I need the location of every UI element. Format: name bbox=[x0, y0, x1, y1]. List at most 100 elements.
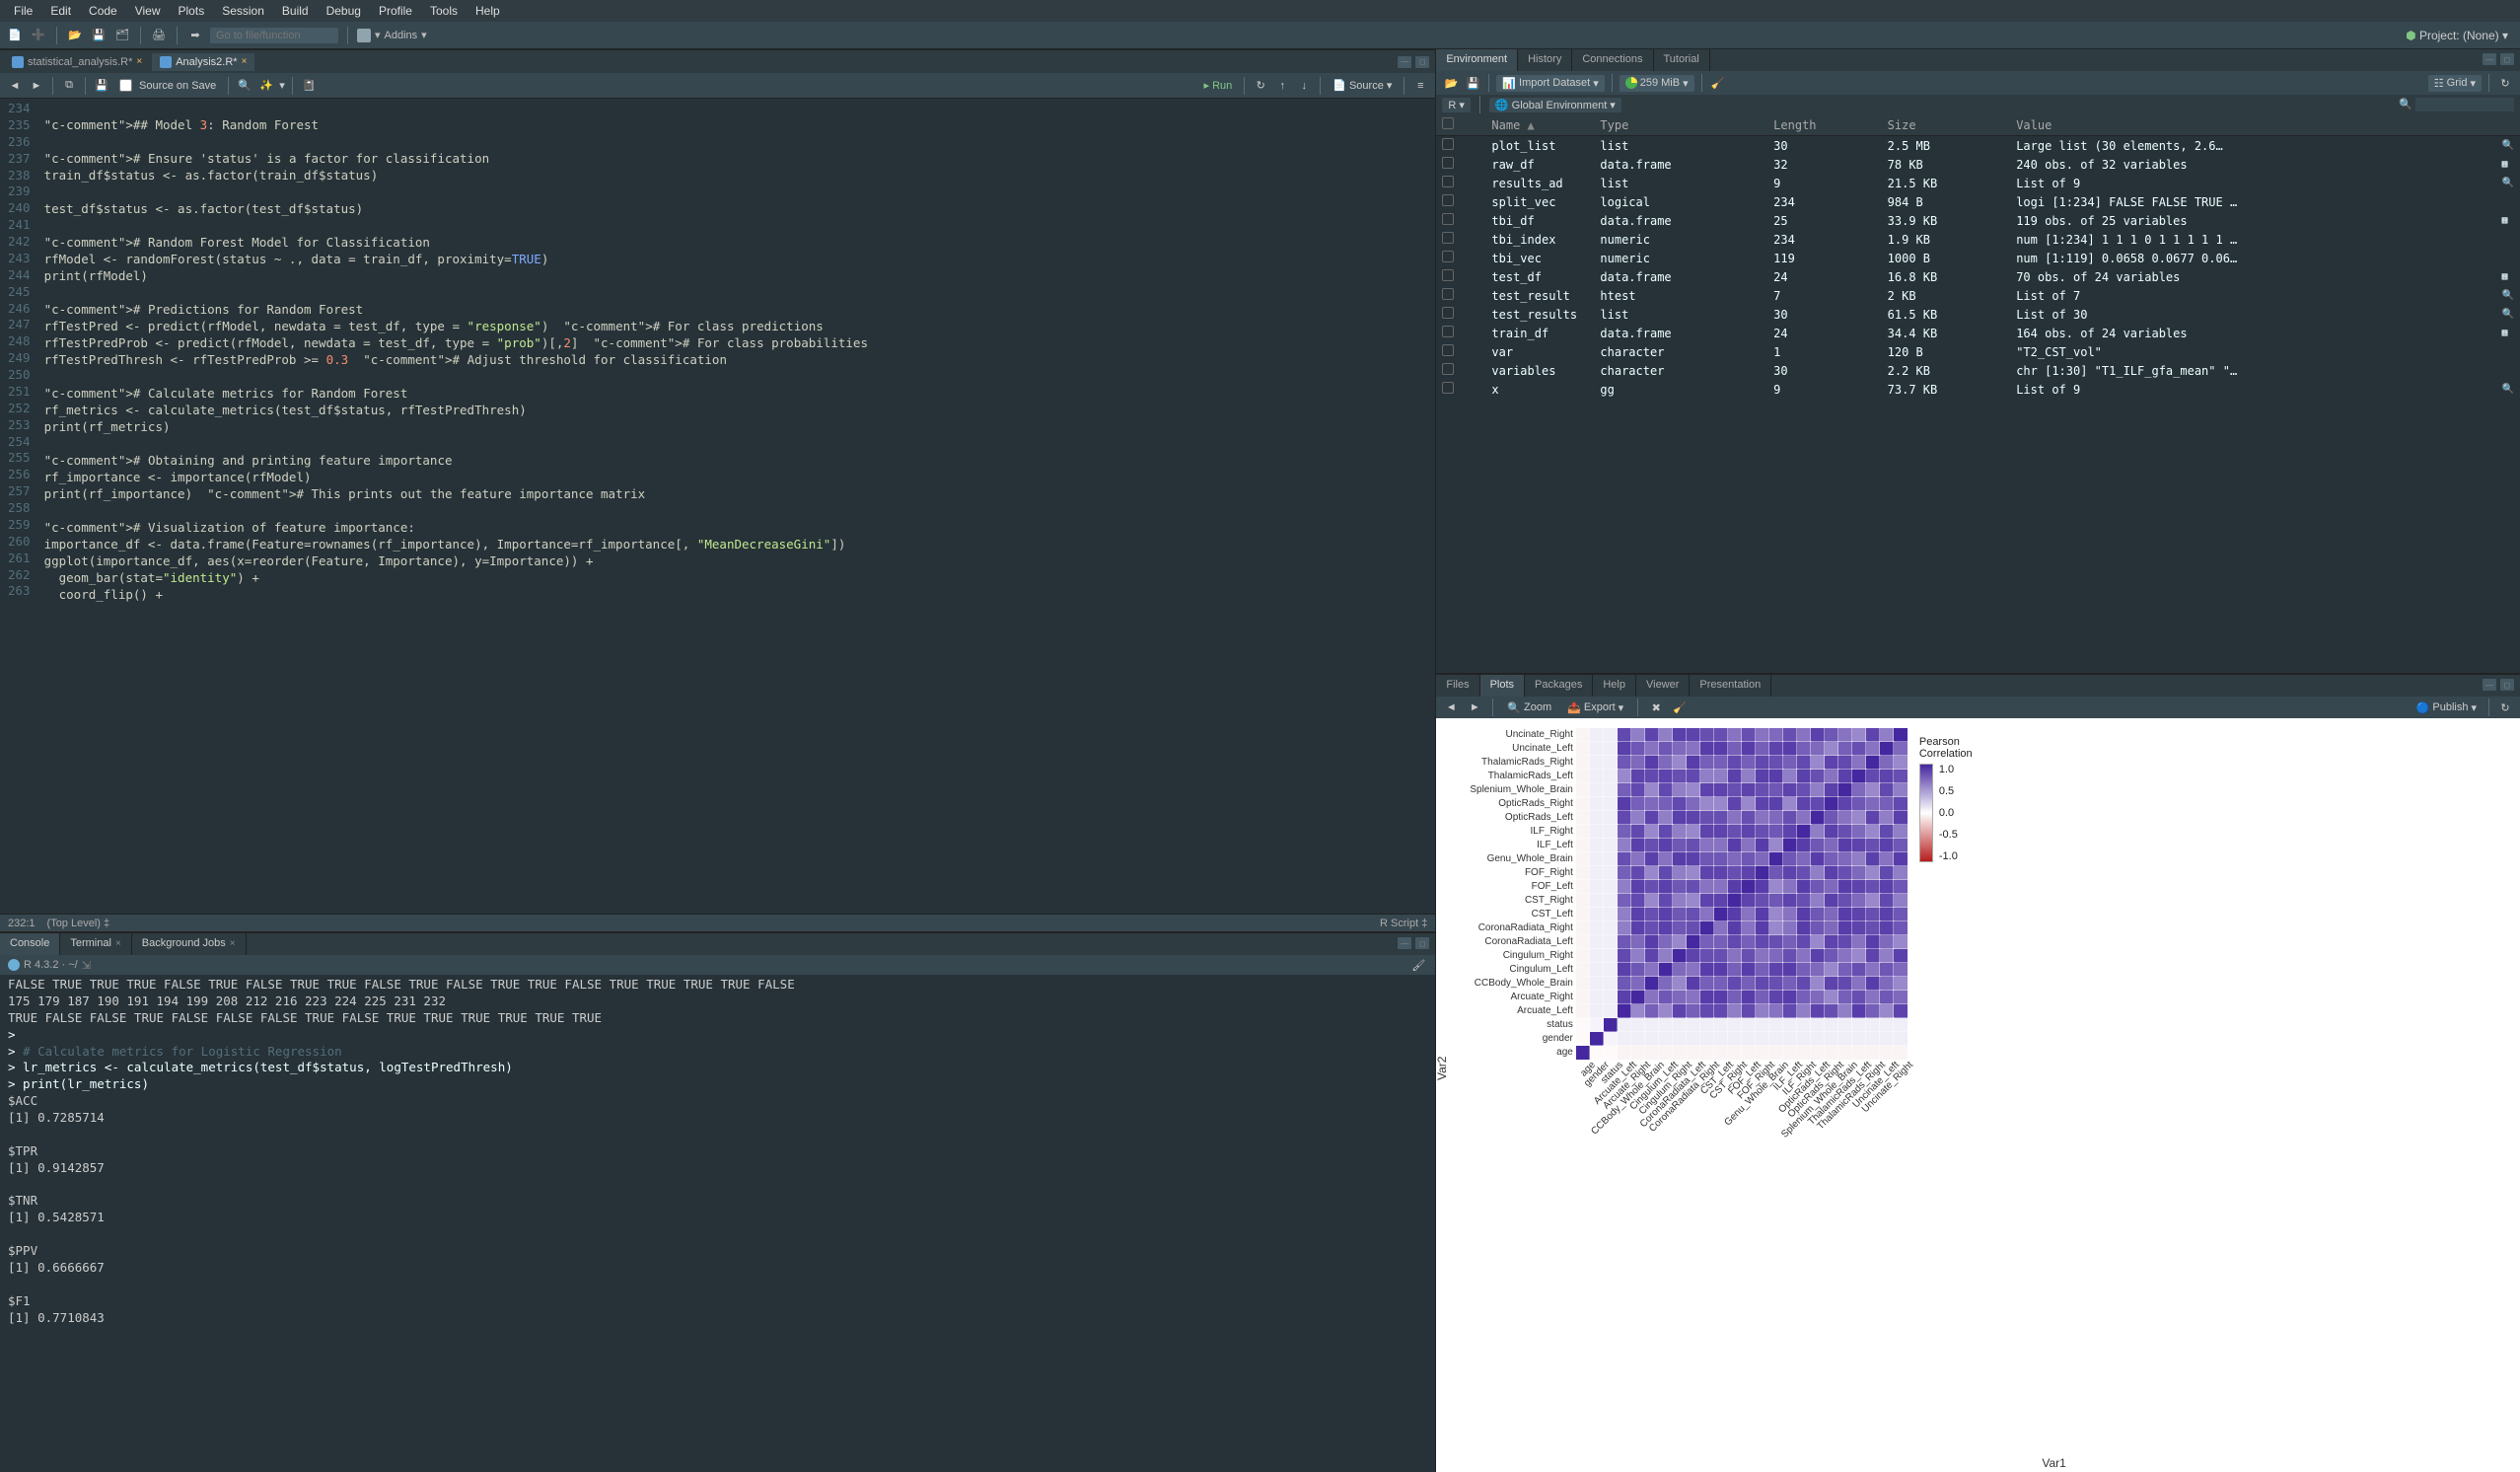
plots-tab[interactable]: Presentation bbox=[1690, 675, 1771, 697]
plots-tab[interactable]: Plots bbox=[1480, 675, 1525, 697]
import-dataset-dropdown[interactable]: 📊 Import Dataset ▾ bbox=[1496, 75, 1604, 92]
wand-icon[interactable]: ✨ bbox=[257, 77, 275, 95]
menu-edit[interactable]: Edit bbox=[42, 2, 79, 20]
editor-tab[interactable]: statistical_analysis.R*× bbox=[4, 53, 150, 71]
minimize-icon[interactable]: — bbox=[1398, 937, 1411, 949]
rerun-icon[interactable]: ↻ bbox=[1252, 77, 1269, 95]
close-icon[interactable]: × bbox=[242, 56, 248, 67]
menu-build[interactable]: Build bbox=[274, 2, 317, 20]
menu-debug[interactable]: Debug bbox=[319, 2, 369, 20]
editor-tab[interactable]: Analysis2.R*× bbox=[152, 53, 254, 71]
find-icon[interactable]: 🔍 bbox=[236, 77, 253, 95]
refresh-icon[interactable]: ↻ bbox=[2496, 74, 2514, 92]
column-header[interactable]: Name ▲ bbox=[1485, 114, 1594, 136]
save-icon[interactable]: 💾 bbox=[90, 27, 108, 44]
env-row[interactable]: train_dfdata.frame2434.4 KB164 obs. of 2… bbox=[1436, 324, 2520, 342]
load-icon[interactable]: 📂 bbox=[1442, 74, 1460, 92]
new-project-icon[interactable]: ➕ bbox=[30, 27, 47, 44]
prev-plot-icon[interactable]: ◄ bbox=[1442, 699, 1460, 716]
console-tab[interactable]: Terminal× bbox=[60, 933, 131, 955]
plots-tab[interactable]: Viewer bbox=[1636, 675, 1690, 697]
go-up-icon[interactable]: ↑ bbox=[1273, 77, 1291, 95]
open-file-icon[interactable]: 📂 bbox=[66, 27, 84, 44]
menu-tools[interactable]: Tools bbox=[422, 2, 466, 20]
maximize-icon[interactable]: ◻ bbox=[1415, 937, 1429, 949]
env-row[interactable]: results_adlist921.5 KBList of 9🔍 bbox=[1436, 174, 2520, 192]
menu-file[interactable]: File bbox=[6, 2, 40, 20]
menu-help[interactable]: Help bbox=[468, 2, 508, 20]
export-dropdown[interactable]: 📤 Export ▾ bbox=[1562, 699, 1628, 716]
back-icon[interactable]: ◄ bbox=[6, 77, 24, 95]
console-output[interactable]: FALSE TRUE TRUE TRUE FALSE TRUE FALSE TR… bbox=[0, 975, 1435, 1472]
source-button[interactable]: 📄 Source ▾ bbox=[1328, 77, 1397, 94]
env-row[interactable]: variablescharacter302.2 KBchr [1:30] "T1… bbox=[1436, 361, 2520, 380]
language-dropdown[interactable]: R ▾ bbox=[1442, 98, 1471, 112]
r-version-label[interactable]: R 4.3.2 · ~/ bbox=[24, 959, 78, 971]
run-button[interactable]: ▸ Run bbox=[1199, 77, 1238, 94]
project-button[interactable]: ⬢ Project: (None) ▾ bbox=[2400, 27, 2514, 44]
env-row[interactable]: xgg973.7 KBList of 9🔍 bbox=[1436, 380, 2520, 399]
minimize-icon[interactable]: — bbox=[2483, 53, 2496, 65]
main-menu[interactable]: FileEditCodeViewPlotsSessionBuildDebugPr… bbox=[0, 0, 2520, 22]
zoom-button[interactable]: 🔍 Zoom bbox=[1502, 699, 1556, 716]
clear-all-plots-icon[interactable]: 🧹 bbox=[1671, 699, 1689, 716]
environment-table[interactable]: Name ▲TypeLengthSizeValueplot_listlist30… bbox=[1436, 114, 2520, 673]
menu-profile[interactable]: Profile bbox=[371, 2, 420, 20]
new-file-icon[interactable]: 📄 bbox=[6, 27, 24, 44]
code-editor[interactable]: 234 235 236 237 238 239 240 241 242 243 … bbox=[0, 99, 1435, 914]
scope-indicator[interactable]: (Top Level) ‡ bbox=[47, 918, 110, 929]
outline-icon[interactable]: ≡ bbox=[1411, 77, 1429, 95]
print-icon[interactable]: 🖨 bbox=[150, 27, 168, 44]
plots-tab[interactable]: Help bbox=[1593, 675, 1636, 697]
maximize-icon[interactable]: ◻ bbox=[2500, 53, 2514, 65]
goto-icon[interactable]: ➡ bbox=[186, 27, 204, 44]
column-header[interactable]: Type bbox=[1594, 114, 1767, 136]
source-on-save-checkbox[interactable]: Source on Save bbox=[114, 77, 221, 94]
clear-console-icon[interactable]: 🖌 bbox=[1409, 956, 1427, 974]
column-header[interactable]: Size bbox=[1882, 114, 2011, 136]
environment-scope-dropdown[interactable]: 🌐 Global Environment ▾ bbox=[1489, 98, 1621, 112]
refresh-plot-icon[interactable]: ↻ bbox=[2496, 699, 2514, 716]
env-row[interactable]: varcharacter1120 B"T2_CST_vol" bbox=[1436, 342, 2520, 361]
next-plot-icon[interactable]: ► bbox=[1466, 699, 1483, 716]
save-env-icon[interactable]: 💾 bbox=[1464, 74, 1481, 92]
env-row[interactable]: test_resulthtest72 KBList of 7🔍 bbox=[1436, 286, 2520, 305]
plots-tab[interactable]: Files bbox=[1436, 675, 1479, 697]
env-tab[interactable]: Connections bbox=[1572, 49, 1653, 71]
clear-env-icon[interactable]: 🧹 bbox=[1709, 74, 1727, 92]
minimize-icon[interactable]: — bbox=[1398, 56, 1411, 68]
menu-view[interactable]: View bbox=[127, 2, 169, 20]
env-tab[interactable]: Environment bbox=[1436, 49, 1518, 71]
console-tab[interactable]: Console bbox=[0, 933, 60, 955]
fwd-icon[interactable]: ► bbox=[28, 77, 45, 95]
env-row[interactable]: test_resultslist3061.5 KBList of 30🔍 bbox=[1436, 305, 2520, 324]
menu-code[interactable]: Code bbox=[81, 2, 125, 20]
remove-plot-icon[interactable]: ✖ bbox=[1647, 699, 1665, 716]
column-header[interactable]: Length bbox=[1767, 114, 1881, 136]
column-header[interactable] bbox=[1436, 114, 1485, 136]
env-row[interactable]: tbi_dfdata.frame2533.9 KB119 obs. of 25 … bbox=[1436, 211, 2520, 230]
maximize-icon[interactable]: ◻ bbox=[1415, 56, 1429, 68]
language-label[interactable]: R Script ‡ bbox=[1380, 918, 1427, 929]
view-mode-dropdown[interactable]: ☷ Grid ▾ bbox=[2428, 75, 2482, 92]
console-tab[interactable]: Background Jobs× bbox=[132, 933, 247, 955]
env-row[interactable]: raw_dfdata.frame3278 KB240 obs. of 32 va… bbox=[1436, 155, 2520, 174]
env-tab[interactable]: History bbox=[1518, 49, 1572, 71]
memory-usage[interactable]: 259 MiB ▾ bbox=[1620, 75, 1694, 92]
minimize-icon[interactable]: — bbox=[2483, 679, 2496, 691]
menu-plots[interactable]: Plots bbox=[171, 2, 213, 20]
env-row[interactable]: tbi_indexnumeric2341.9 KBnum [1:234] 1 1… bbox=[1436, 230, 2520, 249]
show-in-new-window-icon[interactable]: ⧉ bbox=[60, 77, 78, 95]
save-all-icon[interactable]: 🗂 bbox=[113, 27, 131, 44]
maximize-icon[interactable]: ◻ bbox=[2500, 679, 2514, 691]
goto-file-input[interactable] bbox=[210, 28, 338, 43]
close-icon[interactable]: × bbox=[136, 56, 142, 67]
env-row[interactable]: test_dfdata.frame2416.8 KB70 obs. of 24 … bbox=[1436, 267, 2520, 286]
env-search-input[interactable] bbox=[2415, 98, 2514, 111]
close-icon[interactable]: × bbox=[115, 938, 121, 949]
plots-tab[interactable]: Packages bbox=[1525, 675, 1593, 697]
env-row[interactable]: split_veclogical234984 Blogi [1:234] FAL… bbox=[1436, 192, 2520, 211]
addins-dropdown[interactable]: ▾ Addins ▾ bbox=[357, 29, 427, 42]
publish-dropdown[interactable]: 🔵 Publish ▾ bbox=[2412, 699, 2482, 716]
save-icon[interactable]: 💾 bbox=[93, 77, 110, 95]
